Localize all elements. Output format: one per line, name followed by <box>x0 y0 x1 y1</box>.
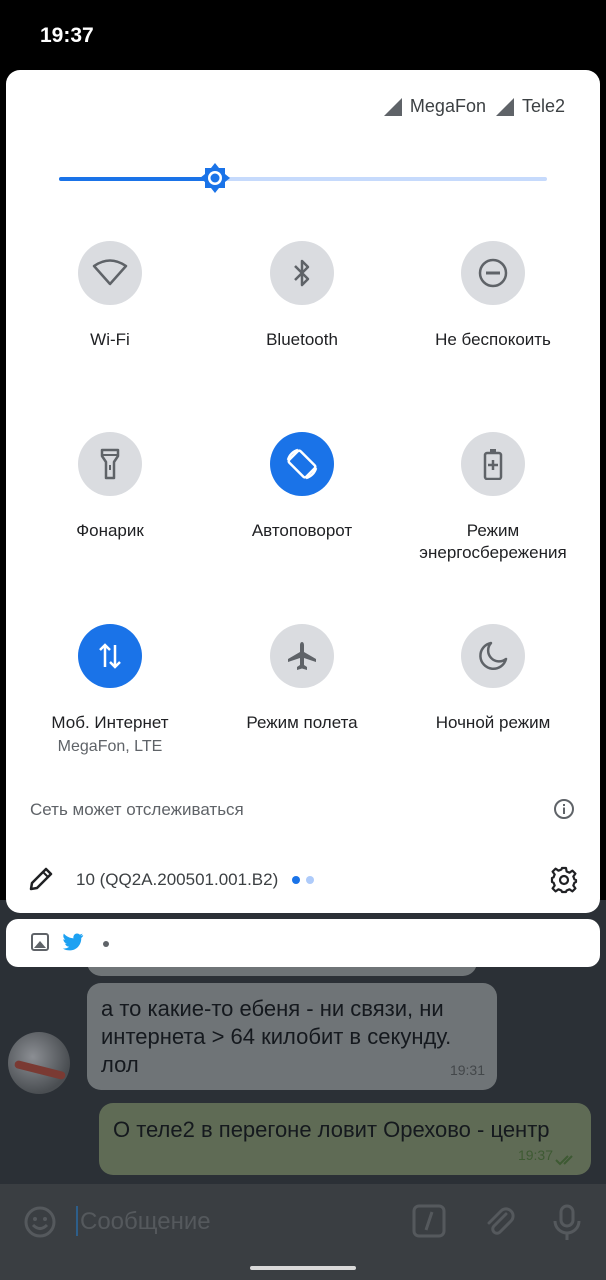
auto-rotate-icon <box>286 448 318 480</box>
operator-list: MegaFon Tele2 <box>383 96 565 117</box>
tile-wifi[interactable]: Wi-Fi <box>14 241 206 351</box>
text-cursor <box>76 1206 78 1236</box>
status-bar: 19:37 <box>0 0 606 70</box>
page-indicator <box>292 876 314 884</box>
mobile-data-icon <box>99 643 121 669</box>
message-input[interactable]: Сообщение <box>80 1208 211 1236</box>
chat-message-outgoing[interactable]: О теле2 в перегоне ловит Орехово - центр… <box>99 1103 591 1175</box>
tile-airplane-mode[interactable]: Режим полета <box>206 624 398 734</box>
tile-label: Фонарик <box>76 521 144 540</box>
attach-icon[interactable] <box>482 1204 518 1240</box>
more-notifications-dot <box>103 941 109 947</box>
tile-flashlight[interactable]: Фонарик <box>14 432 206 542</box>
page-dot-active <box>292 876 300 884</box>
tile-flashlight-toggle[interactable] <box>78 432 142 496</box>
build-number[interactable]: 10 (QQ2A.200501.001.B2) <box>76 870 278 890</box>
gesture-nav-pill[interactable] <box>250 1266 356 1270</box>
tile-do-not-disturb[interactable]: Не беспокоить <box>397 241 589 351</box>
tile-auto-rotate[interactable]: Автоповорот <box>206 432 398 542</box>
tile-auto-rotate-toggle[interactable] <box>270 432 334 496</box>
tile-label: Режим полета <box>246 713 358 732</box>
emoji-icon[interactable] <box>22 1204 58 1240</box>
tile-label: Bluetooth <box>266 330 338 349</box>
tile-battery-saver[interactable]: Режим энергосбережения <box>397 432 589 564</box>
read-checkmarks-icon <box>555 1155 573 1166</box>
info-icon[interactable] <box>553 798 575 820</box>
gallery-icon <box>31 933 49 951</box>
microphone-icon[interactable] <box>552 1204 582 1242</box>
avatar[interactable] <box>8 1032 70 1094</box>
quick-settings-panel: MegaFon Tele2 Wi-Fi Bluetooth Не беспоко… <box>6 70 600 913</box>
night-mode-icon <box>479 641 508 671</box>
cell-signal-icon <box>495 97 514 116</box>
tile-mobile-data-toggle[interactable] <box>78 624 142 688</box>
wifi-icon <box>92 259 128 286</box>
tile-bluetooth[interactable]: Bluetooth <box>206 241 398 351</box>
edit-pencil-icon[interactable] <box>28 866 54 892</box>
notification-shelf[interactable] <box>6 919 600 967</box>
tile-night-mode[interactable]: Ночной режим <box>397 624 589 734</box>
tile-dnd-toggle[interactable] <box>461 241 525 305</box>
message-time: 19:31 <box>449 1062 485 1078</box>
tile-sublabel: MegaFon, LTE <box>57 738 163 755</box>
tile-label: Wi-Fi <box>90 330 130 349</box>
tile-label: Не беспокоить <box>435 330 551 349</box>
tile-label: Ночной режим <box>435 713 551 732</box>
airplane-icon <box>288 642 316 670</box>
quick-settings-footer: 10 (QQ2A.200501.001.B2) <box>6 860 600 900</box>
twitter-icon <box>62 933 84 951</box>
tile-label: Автоповорот <box>251 521 353 540</box>
operator-tele2: Tele2 <box>495 96 565 117</box>
operator-megafon: MegaFon <box>383 96 486 117</box>
tile-label: Режим энергосбережения <box>419 521 567 562</box>
status-clock: 19:37 <box>40 24 94 47</box>
tile-bluetooth-toggle[interactable] <box>270 241 334 305</box>
gear-icon[interactable] <box>550 866 578 894</box>
message-time: 19:37 <box>517 1147 553 1163</box>
message-text: а то какие-то ебеня - ни связи, ни интер… <box>101 996 452 1077</box>
tile-mobile-data[interactable]: Моб. Интернет MegaFon, LTE <box>14 624 206 758</box>
flashlight-icon <box>100 448 120 480</box>
chat-message-incoming[interactable]: а то какие-то ебеня - ни связи, ни интер… <box>87 983 497 1090</box>
slider-fill <box>59 177 216 181</box>
cell-signal-icon <box>383 97 402 116</box>
tile-night-mode-toggle[interactable] <box>461 624 525 688</box>
tile-airplane-toggle[interactable] <box>270 624 334 688</box>
tile-battery-saver-toggle[interactable] <box>461 432 525 496</box>
tile-wifi-toggle[interactable] <box>78 241 142 305</box>
brightness-icon[interactable] <box>198 161 232 195</box>
brightness-slider[interactable] <box>59 163 547 193</box>
bot-commands-icon[interactable] <box>412 1204 446 1238</box>
network-monitoring-notice[interactable]: Сеть может отслеживаться <box>30 800 244 820</box>
message-text: О теле2 в перегоне ловит Орехово - центр <box>113 1117 550 1142</box>
bluetooth-icon <box>294 259 310 287</box>
tile-label: Моб. Интернет <box>51 713 169 732</box>
page-dot <box>306 876 314 884</box>
do-not-disturb-icon <box>478 258 508 288</box>
battery-saver-icon <box>483 449 503 480</box>
